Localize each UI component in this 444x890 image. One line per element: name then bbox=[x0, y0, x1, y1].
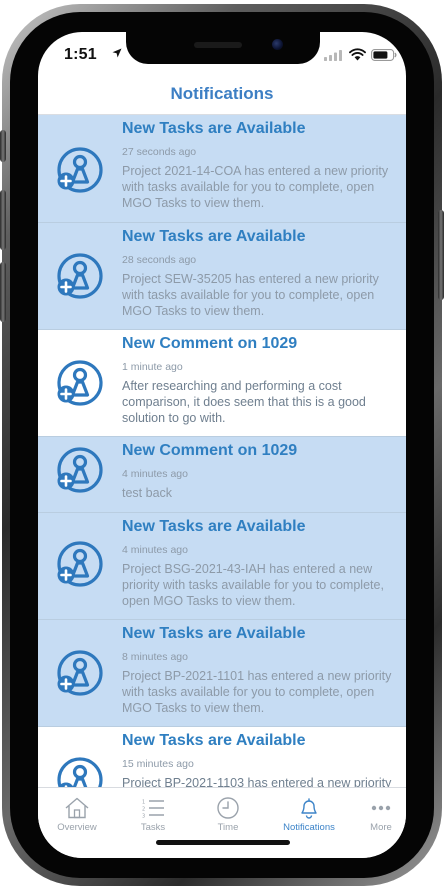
notification-body: Project SEW-35205 has entered a new prio… bbox=[122, 272, 379, 318]
svg-text:3: 3 bbox=[142, 814, 145, 820]
nav-header: Notifications bbox=[38, 76, 406, 115]
earpiece-speaker bbox=[194, 42, 242, 48]
notification-title: New Tasks are Available bbox=[122, 518, 306, 535]
more-icon bbox=[371, 805, 391, 811]
notification-body: Project BP-2021-1101 has entered a new p… bbox=[122, 669, 392, 715]
tab-label: Time bbox=[217, 822, 239, 833]
notification-title: New Comment on 1029 bbox=[122, 442, 298, 459]
notification-item[interactable]: New Tasks are Available 15 minutes ago P… bbox=[38, 727, 406, 787]
add-user-icon bbox=[57, 447, 103, 493]
notification-title: New Tasks are Available bbox=[122, 228, 306, 245]
volume-down-button bbox=[0, 262, 6, 322]
notification-item[interactable]: New Tasks are Available 4 minutes ago Pr… bbox=[38, 513, 406, 620]
add-user-icon bbox=[57, 541, 103, 587]
notification-time: 28 seconds ago bbox=[122, 254, 197, 266]
tab-overview[interactable]: Overview bbox=[42, 788, 112, 838]
notification-item[interactable]: New Tasks are Available 27 seconds ago P… bbox=[38, 115, 406, 223]
notification-time: 8 minutes ago bbox=[122, 651, 188, 663]
tab-tasks[interactable]: 1 2 3 Tasks bbox=[118, 788, 188, 838]
notification-body: After researching and performing a cost … bbox=[122, 379, 366, 425]
notification-item[interactable]: New Tasks are Available 8 minutes ago Pr… bbox=[38, 620, 406, 727]
notification-time: 4 minutes ago bbox=[122, 544, 188, 556]
page-title: Notifications bbox=[170, 84, 274, 103]
add-user-icon bbox=[57, 147, 103, 193]
home-indicator[interactable] bbox=[156, 840, 290, 845]
notification-time: 4 minutes ago bbox=[122, 468, 188, 480]
notch bbox=[126, 32, 320, 64]
notification-time: 1 minute ago bbox=[122, 361, 183, 373]
notification-item[interactable]: New Comment on 1029 1 minute ago After r… bbox=[38, 330, 406, 437]
tab-notifications[interactable]: Notifications bbox=[274, 788, 344, 838]
svg-text:2: 2 bbox=[142, 807, 145, 813]
status-time: 1:51 bbox=[64, 46, 97, 63]
tab-label: More bbox=[370, 822, 392, 833]
battery-icon bbox=[371, 49, 397, 61]
notification-body: test back bbox=[122, 486, 173, 500]
notification-body: Project BP-2021-1103 has entered a new p… bbox=[122, 776, 392, 787]
home-icon bbox=[65, 797, 89, 819]
volume-up-button bbox=[0, 190, 6, 250]
add-user-icon bbox=[57, 650, 103, 696]
notification-time: 27 seconds ago bbox=[122, 146, 197, 158]
power-button bbox=[438, 210, 444, 300]
status-bar: 1:51 bbox=[38, 32, 406, 76]
list-icon: 1 2 3 bbox=[142, 800, 164, 820]
add-user-icon bbox=[57, 360, 103, 406]
tab-more[interactable]: More bbox=[346, 788, 406, 838]
add-user-icon bbox=[57, 757, 103, 787]
bell-icon bbox=[301, 798, 317, 819]
notification-title: New Comment on 1029 bbox=[122, 335, 298, 352]
tab-bar: Overview 1 2 3 Tasks Time Notifications … bbox=[38, 787, 406, 858]
tab-time[interactable]: Time bbox=[193, 788, 263, 838]
add-user-icon bbox=[57, 253, 103, 299]
notification-body: Project 2021-14-COA has entered a new pr… bbox=[122, 164, 389, 210]
front-camera bbox=[272, 39, 283, 50]
notification-list[interactable]: New Tasks are Available 27 seconds ago P… bbox=[38, 115, 406, 787]
app-screen: 1:51 Notifications New Tasks are Availab… bbox=[38, 32, 406, 858]
clock-icon bbox=[217, 797, 239, 819]
notification-title: New Tasks are Available bbox=[122, 120, 306, 137]
location-arrow-icon bbox=[112, 48, 122, 58]
notification-item[interactable]: New Tasks are Available 28 seconds ago P… bbox=[38, 223, 406, 330]
svg-text:1: 1 bbox=[142, 800, 145, 806]
notification-body: Project BSG-2021-43-IAH has entered a ne… bbox=[122, 562, 384, 608]
notification-time: 15 minutes ago bbox=[122, 758, 194, 770]
cellular-signal-icon bbox=[324, 50, 342, 61]
notification-title: New Tasks are Available bbox=[122, 732, 306, 749]
mute-switch bbox=[0, 130, 6, 162]
notification-title: New Tasks are Available bbox=[122, 625, 306, 642]
wifi-icon bbox=[349, 48, 366, 61]
notification-item[interactable]: New Comment on 1029 4 minutes ago test b… bbox=[38, 437, 406, 513]
